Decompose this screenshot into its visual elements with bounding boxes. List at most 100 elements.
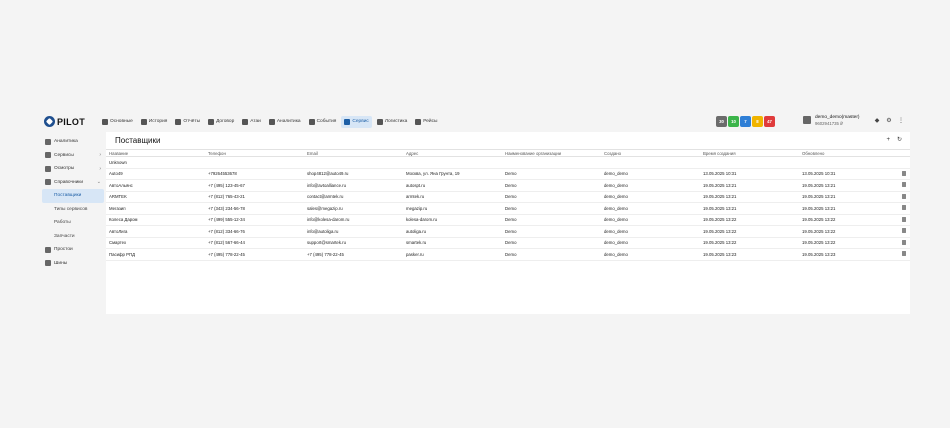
user-name: demo_demo(master) — [815, 115, 860, 120]
counter-badge[interactable]: 7 — [740, 116, 751, 127]
sidebar-subitem[interactable]: Работы — [40, 216, 106, 230]
table-cell: Demo — [502, 179, 601, 192]
table-cell: +7 (812) 334-66-76 — [205, 225, 304, 238]
table-row[interactable]: АвтоАльянс +7 (495) 123-45-67 info@avtoall… — [106, 179, 910, 192]
table-cell: Demo — [502, 202, 601, 215]
table-cell — [304, 156, 403, 169]
column-header[interactable]: Телефон — [205, 149, 304, 157]
trash-icon[interactable] — [902, 170, 906, 176]
table-cell: 13.05.2025 10:31 — [700, 168, 799, 180]
refresh-icon[interactable]: ↻ — [897, 137, 902, 143]
status-badges: 30 10 7 8 47 — [716, 116, 775, 127]
sidebar-item-label: Сервисы — [54, 152, 74, 158]
table-cell: info@autoliga.ru — [304, 225, 403, 238]
home-icon — [102, 118, 108, 125]
table-row[interactable]: Пасифр РПД +7 (495) 778-22-45 +7 (495) 778… — [106, 248, 910, 261]
brand-logo[interactable]: PILOT — [44, 116, 85, 127]
add-icon[interactable]: + — [886, 137, 890, 143]
row-actions — [898, 156, 910, 169]
header-actions: + ↻ — [886, 137, 902, 143]
brand-name: PILOT — [57, 116, 85, 127]
analytics-icon — [268, 118, 275, 125]
nav-item[interactable]: Аналитика — [266, 116, 304, 128]
trash-icon[interactable] — [902, 182, 906, 188]
nav-item[interactable]: Логистика — [374, 116, 410, 128]
column-header[interactable]: Время создания — [700, 149, 799, 157]
table-cell: 19.05.2025 13:21 — [700, 202, 799, 215]
column-header[interactable]: Email — [304, 149, 403, 157]
table-cell: autospt.ru — [403, 179, 502, 192]
gear-icon[interactable]: ⚙ — [886, 118, 892, 124]
trash-icon[interactable] — [902, 251, 906, 257]
column-header[interactable]: Название — [106, 149, 205, 157]
main-content: Поставщики + ↻ Название Телефон Email Адрес… — [106, 132, 910, 314]
nav-item[interactable]: Атаи — [239, 116, 264, 128]
table-cell: shop4812@auto49.ru — [304, 168, 403, 180]
row-actions — [898, 191, 910, 203]
nav-item-label: Логистика — [384, 119, 408, 124]
table-cell: demo_demo — [601, 202, 700, 215]
table-cell: +7 (495) 778-22-45 — [205, 248, 304, 261]
table-cell: +7 (499) 555-12-34 — [205, 214, 304, 226]
table-cell: 19.05.2025 13:22 — [799, 237, 898, 249]
table-row[interactable]: Смартех +7 (812) 567-66-44 support@smartek… — [106, 237, 910, 249]
nav-item-label: Рейсы — [423, 119, 438, 124]
table-cell: demo_demo — [601, 214, 700, 226]
user-menu[interactable]: demo_demo(master) 9602941735 ₽ — [803, 115, 860, 126]
notification-bell-icon[interactable]: ◆ — [874, 118, 880, 124]
trash-icon[interactable] — [902, 193, 906, 199]
table-cell — [502, 156, 601, 169]
sidebar-subitem[interactable]: Запчасти — [40, 230, 106, 244]
column-header[interactable]: Обновлено — [799, 149, 898, 157]
nav-item-label: Сервис — [352, 119, 369, 124]
nav-item[interactable]: События — [306, 116, 340, 128]
nav-item[interactable]: Сервис — [341, 115, 372, 128]
table-row[interactable]: ARMTEK +7 (812) 765-43-21 contact@armtek.r… — [106, 191, 910, 203]
trash-icon[interactable] — [902, 205, 906, 211]
counter-badge[interactable]: 47 — [764, 116, 775, 127]
counter-badge[interactable]: 10 — [728, 116, 739, 127]
table-cell: demo_demo — [601, 191, 700, 203]
sidebar-subitem[interactable]: Поставщики — [42, 189, 104, 203]
trash-icon[interactable] — [902, 228, 906, 234]
table-cell: support@smartek.ru — [304, 237, 403, 249]
sidebar-item[interactable]: Простои — [40, 243, 106, 257]
column-header[interactable]: Наименование организации — [502, 149, 601, 157]
table-row[interactable]: Колеса Даром +7 (499) 555-12-34 info@koles… — [106, 214, 910, 226]
directory-icon — [45, 179, 51, 186]
counter-badge[interactable]: 8 — [752, 116, 763, 127]
nav-item[interactable]: Рейсы — [412, 116, 440, 128]
sidebar-subitem[interactable]: Типы сервисов — [40, 203, 106, 217]
nav-item[interactable]: Отчёты — [172, 116, 203, 128]
table-cell: autoliga.ru — [403, 225, 502, 238]
table-row[interactable]: АвтоЛига +7 (812) 334-66-76 info@autoliga.… — [106, 225, 910, 238]
table-cell: Пасифр РПД — [106, 248, 205, 261]
sidebar-item[interactable]: Сервисы › — [40, 149, 106, 163]
nav-item[interactable]: Основные — [99, 116, 136, 128]
sidebar-item[interactable]: Шины — [40, 257, 106, 271]
table-row[interactable]: Unknown — [106, 156, 910, 169]
row-actions — [898, 214, 910, 226]
top-actions: ◆ ⚙ ⋮ — [874, 118, 904, 124]
sidebar-item[interactable]: Осмотры › — [40, 162, 106, 176]
nav-item[interactable]: История — [138, 116, 171, 128]
table-cell — [799, 156, 898, 169]
table-cell: pasker.ru — [403, 248, 502, 261]
nav-item[interactable]: Договор — [205, 116, 237, 128]
more-vertical-icon[interactable]: ⋮ — [898, 118, 904, 124]
bus-icon — [415, 118, 422, 125]
table-row[interactable]: Мегазип +7 (343) 234-56-78 sales@megazip.r… — [106, 202, 910, 215]
trash-icon[interactable] — [902, 216, 906, 222]
trash-icon[interactable] — [902, 239, 906, 245]
sidebar-item[interactable]: Аналитика — [40, 135, 106, 149]
sidebar-item[interactable]: Справочники ⌄ — [40, 176, 106, 190]
table-cell: Demo — [502, 248, 601, 261]
chevron-icon: › — [99, 152, 101, 159]
column-header[interactable]: Адрес — [403, 149, 502, 157]
history-icon — [140, 118, 147, 125]
table-row[interactable]: Auto49 +79264553678 shop4812@auto49.ru Моск… — [106, 168, 910, 180]
column-header[interactable]: Создано — [601, 149, 700, 157]
sidebar-item-label: Справочники — [54, 179, 84, 185]
counter-badge[interactable]: 30 — [716, 116, 727, 127]
sidebar: Аналитика Сервисы › Осмотры › Справочники ⌄ Пос… — [40, 135, 106, 270]
